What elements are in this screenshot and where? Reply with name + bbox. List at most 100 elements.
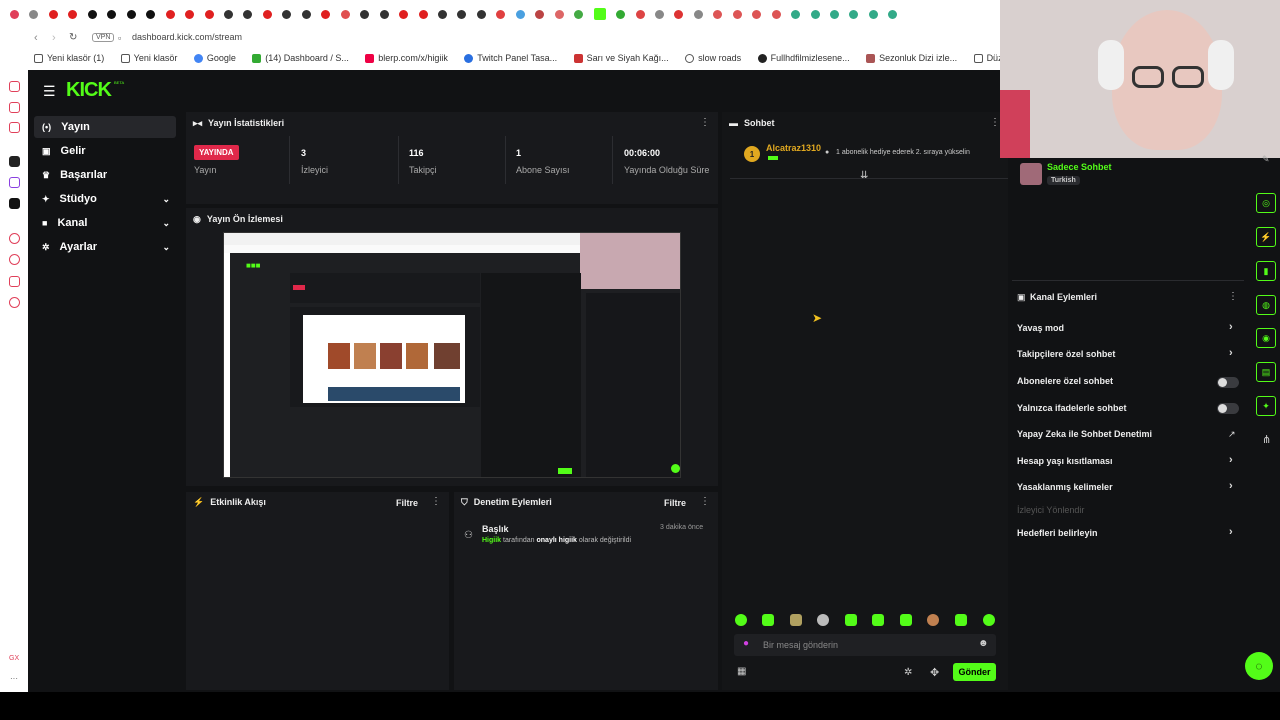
send-button[interactable]: Gönder <box>953 663 996 681</box>
youtube-tab-icon[interactable] <box>399 10 409 19</box>
moderation-filter-button[interactable]: Filtre <box>664 498 686 508</box>
sidebar-item-studyo[interactable]: ✦ Stüdyo ⌄ <box>34 188 176 210</box>
opera-wallet-icon[interactable] <box>9 102 20 113</box>
tab-icon[interactable] <box>616 10 626 19</box>
forward-icon[interactable]: › <box>52 32 56 44</box>
tab-icon[interactable] <box>654 10 664 19</box>
tab-icon[interactable] <box>29 10 39 19</box>
opera-bookmark-icon[interactable] <box>9 122 20 133</box>
emotes-only-toggle[interactable] <box>1217 403 1239 414</box>
emote-icon[interactable] <box>927 614 939 626</box>
more-options-icon[interactable]: ⋮ <box>990 117 1000 128</box>
more-options-icon[interactable]: ⋮ <box>700 496 710 507</box>
gift-box-icon[interactable]: ▦ <box>737 666 746 677</box>
tab-icon[interactable] <box>223 10 233 19</box>
bookmark-item[interactable]: Yeni klasör <box>120 53 177 63</box>
chat-input[interactable]: ● Bir mesaj gönderin ☻ <box>734 634 996 656</box>
banned-words-row[interactable]: Yasaklanmış kelimeler <box>1017 482 1113 492</box>
account-age-row[interactable]: Hesap yaşı kısıtlaması <box>1017 456 1113 466</box>
opera-logo-icon[interactable] <box>10 10 19 19</box>
chevron-right-icon[interactable]: › <box>1229 526 1233 538</box>
youtube-tab-icon[interactable] <box>321 10 331 19</box>
tab-icon[interactable] <box>554 10 564 19</box>
sidebar-item-kanal[interactable]: ■ Kanal ⌄ <box>34 212 176 234</box>
tab-icon[interactable] <box>791 10 801 19</box>
bookmark-item[interactable]: Fullhdfilmizlesene... <box>757 53 850 63</box>
clip-action-button[interactable]: ▮ <box>1256 261 1276 281</box>
subs-only-toggle[interactable] <box>1217 377 1239 388</box>
emote-icon[interactable] <box>900 614 912 626</box>
external-link-icon[interactable]: ↗ <box>1228 429 1236 440</box>
bookmark-item[interactable]: Sezonluk Dizi izle... <box>866 53 957 63</box>
tab-icon[interactable] <box>674 10 684 19</box>
emote-icon[interactable] <box>983 614 995 626</box>
stream-preview-video[interactable]: ■■■ <box>223 232 681 478</box>
tools-action-button[interactable]: ✦ <box>1256 396 1276 416</box>
x-icon[interactable] <box>9 198 20 209</box>
puzzle-icon[interactable]: ✥ <box>930 666 939 679</box>
settings-icon[interactable] <box>9 297 20 308</box>
chevron-right-icon[interactable]: › <box>1229 321 1233 333</box>
tab-icon[interactable] <box>830 10 840 19</box>
tab-icon[interactable] <box>496 10 506 19</box>
reload-icon[interactable]: ↻ <box>69 32 77 43</box>
emote-icon[interactable] <box>955 614 967 626</box>
kick-tab-icon[interactable] <box>593 8 606 20</box>
tab-icon[interactable] <box>476 10 486 19</box>
tab-icon[interactable] <box>340 10 350 19</box>
emote-icon[interactable] <box>735 614 747 626</box>
support-chat-button[interactable]: ◌ <box>1245 652 1273 680</box>
tab-icon[interactable] <box>457 10 467 19</box>
emote-icon[interactable] <box>817 614 829 626</box>
tab-icon[interactable] <box>693 10 703 19</box>
tab-icon[interactable] <box>146 10 156 19</box>
sidebar-item-ayarlar[interactable]: ✲ Ayarlar ⌄ <box>34 236 176 258</box>
kick-logo[interactable]: KICK <box>66 79 112 102</box>
layout-action-button[interactable]: ▤ <box>1256 362 1276 382</box>
bookmark-item[interactable]: Düzlçi Namaz Vak <box>973 53 1000 63</box>
goals-row[interactable]: Hedefleri belirleyin <box>1017 528 1098 538</box>
youtube-tab-icon[interactable] <box>165 10 175 19</box>
pinned-username[interactable]: Alcatraz1310 <box>766 143 821 153</box>
emote-icon[interactable] <box>872 614 884 626</box>
tab-icon[interactable] <box>515 10 525 19</box>
settings-gear-icon[interactable]: ✲ <box>904 667 912 678</box>
tab-icon[interactable] <box>126 10 136 19</box>
bookmark-item[interactable]: (14) Dashboard / S... <box>252 53 349 63</box>
youtube-tab-icon[interactable] <box>48 10 58 19</box>
chevron-right-icon[interactable]: › <box>1229 480 1233 492</box>
youtube-tab-icon[interactable] <box>418 10 428 19</box>
sidebar-item-basarilar[interactable]: ♛ Başarılar <box>34 164 176 186</box>
camera-action-button[interactable]: ◎ <box>1256 193 1276 213</box>
tab-icon[interactable] <box>535 10 545 19</box>
tab-icon[interactable] <box>810 10 820 19</box>
twitch-icon[interactable] <box>9 177 20 188</box>
scroll-down-icon[interactable]: ⇊ <box>860 170 868 181</box>
emoji-picker-icon[interactable]: ☻ <box>978 638 989 649</box>
bookmark-item[interactable]: Twitch Panel Tasa... <box>464 53 557 63</box>
bookmark-item[interactable]: Sarı ve Siyah Kağı... <box>573 53 669 63</box>
more-icon[interactable]: ··· <box>10 674 18 683</box>
broadcast-action-button[interactable]: ◉ <box>1256 328 1276 348</box>
tab-icon[interactable] <box>732 10 742 19</box>
history-icon[interactable] <box>9 254 20 265</box>
bolt-action-button[interactable]: ⚡ <box>1256 227 1276 247</box>
back-icon[interactable]: ‹ <box>34 32 38 44</box>
bookmark-item[interactable]: blerp.com/x/higiik <box>365 53 448 63</box>
ai-moderation-row[interactable]: Yapay Zeka ile Sohbet Denetimi <box>1017 429 1152 439</box>
tab-icon[interactable] <box>379 10 389 19</box>
tab-icon[interactable] <box>868 10 878 19</box>
more-options-icon[interactable]: ⋮ <box>431 496 441 507</box>
chat-action-button[interactable]: ◍ <box>1256 295 1276 315</box>
tab-icon[interactable] <box>437 10 447 19</box>
chevron-right-icon[interactable]: › <box>1229 454 1233 466</box>
sidebar-item-yayin[interactable]: (•) Yayın <box>34 116 176 138</box>
tab-icon[interactable] <box>107 10 117 19</box>
url-field[interactable]: dashboard.kick.com/stream <box>132 32 242 42</box>
youtube-tab-icon[interactable] <box>204 10 214 19</box>
activity-filter-button[interactable]: Filtre <box>396 498 418 508</box>
player-icon[interactable] <box>9 233 20 244</box>
bookmark-item[interactable]: slow roads <box>685 53 741 63</box>
share-icon[interactable]: ⋔ <box>1262 433 1271 446</box>
extensions-icon[interactable] <box>9 276 20 287</box>
